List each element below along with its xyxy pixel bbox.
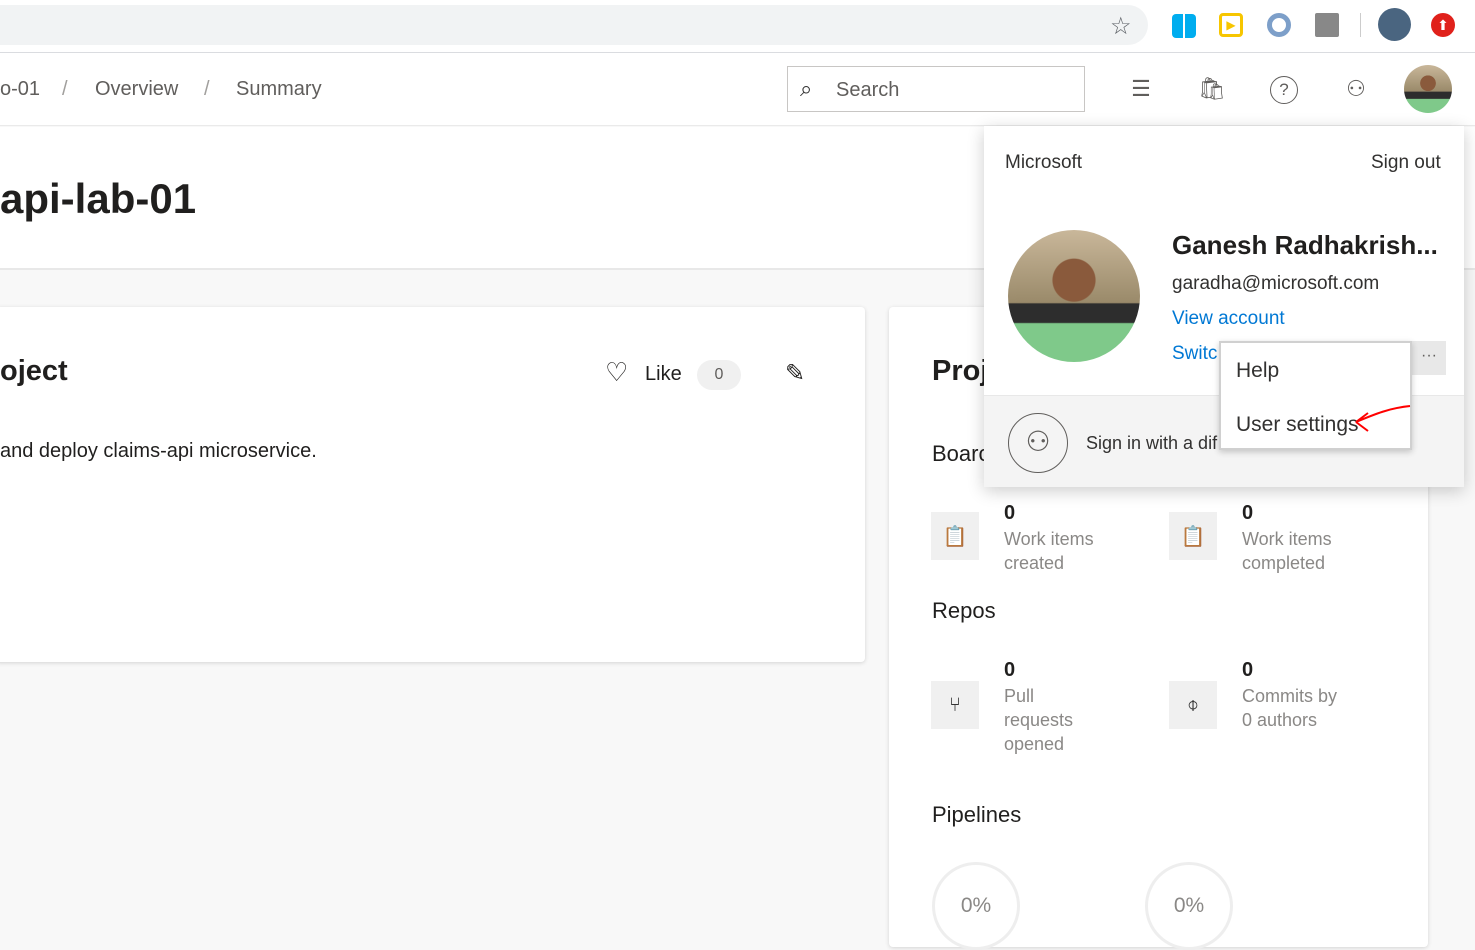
account-avatar bbox=[1008, 230, 1140, 362]
menu-item-help[interactable]: Help bbox=[1236, 359, 1279, 383]
edit-icon[interactable]: ✎ bbox=[785, 359, 805, 388]
stat-label: Commits by 0 authors bbox=[1242, 686, 1338, 730]
search-placeholder: Search bbox=[836, 79, 900, 101]
task-list-icon[interactable]: ☰ bbox=[1127, 76, 1155, 104]
profile-avatar[interactable] bbox=[1378, 8, 1411, 41]
windows-icon[interactable] bbox=[1172, 14, 1196, 38]
add-user-icon: ⚇ bbox=[1008, 413, 1068, 473]
shopping-bag-icon[interactable]: 🛍 bbox=[1198, 76, 1226, 104]
stat-value: 0 bbox=[1004, 502, 1016, 524]
like-button[interactable]: Like bbox=[645, 363, 682, 386]
stat-label: Pull requests opened bbox=[1004, 686, 1074, 754]
work-item-created-icon: 📋 bbox=[931, 512, 979, 560]
user-settings-icon[interactable]: ⚇ bbox=[1342, 76, 1370, 104]
repos-heading: Repos bbox=[932, 598, 996, 623]
search-icon: ⌕ bbox=[800, 76, 813, 101]
pipeline-ring: 0% bbox=[1145, 862, 1233, 950]
address-bar[interactable] bbox=[0, 5, 1148, 45]
about-title: oject bbox=[0, 355, 68, 387]
sign-in-other-label: Sign in with a dif bbox=[1086, 433, 1218, 453]
about-card: oject ♡ Like 0 ✎ and deploy claims-api m… bbox=[0, 307, 865, 662]
view-account-link[interactable]: View account bbox=[1172, 308, 1285, 330]
pipelines-heading: Pipelines bbox=[932, 802, 1022, 827]
work-item-completed-icon: 📋 bbox=[1169, 512, 1217, 560]
org-name: Microsoft bbox=[1005, 152, 1083, 173]
sign-out-link[interactable]: Sign out bbox=[1371, 152, 1441, 174]
pipeline-ring: 0% bbox=[932, 862, 1020, 950]
project-description: and deploy claims-api microservice. bbox=[0, 440, 317, 462]
stat-value: 0 bbox=[1004, 659, 1016, 681]
stat-value: 0 bbox=[1242, 502, 1254, 524]
menu-item-user-settings[interactable]: User settings bbox=[1236, 413, 1359, 437]
account-email: garadha@microsoft.com bbox=[1172, 273, 1380, 294]
cortana-icon[interactable] bbox=[1267, 13, 1291, 37]
search-input[interactable]: ⌕ Search bbox=[787, 66, 1085, 112]
heart-icon[interactable]: ♡ bbox=[605, 357, 628, 388]
pull-request-icon: ⑂ bbox=[931, 681, 979, 729]
breadcrumb-summary[interactable]: Summary bbox=[236, 78, 322, 101]
stat-label: Work items created bbox=[1004, 529, 1094, 573]
like-count: 0 bbox=[697, 360, 741, 390]
office-icon[interactable] bbox=[1315, 13, 1339, 37]
avatar[interactable] bbox=[1404, 65, 1452, 113]
stat-value: 0 bbox=[1242, 659, 1254, 681]
breadcrumb-separator: / bbox=[62, 78, 68, 100]
browser-toolbar: ☆ ▶ ⬆ bbox=[0, 0, 1475, 53]
commit-icon: ⌽ bbox=[1169, 681, 1217, 729]
more-options-button[interactable]: ··· bbox=[1412, 341, 1446, 375]
help-icon[interactable]: ? bbox=[1270, 76, 1298, 104]
page-title: api-lab-01 bbox=[0, 175, 197, 222]
switch-directory-link[interactable]: Switc bbox=[1172, 343, 1217, 365]
star-icon[interactable]: ☆ bbox=[1110, 12, 1132, 41]
stat-label: Work items completed bbox=[1242, 529, 1332, 573]
boards-heading: Boarc bbox=[932, 441, 990, 466]
top-header bbox=[0, 53, 1475, 126]
breadcrumb-project[interactable]: o-01 bbox=[0, 78, 40, 101]
play-icon[interactable]: ▶ bbox=[1219, 13, 1243, 37]
stats-title: Proj bbox=[932, 355, 989, 387]
update-icon[interactable]: ⬆ bbox=[1431, 13, 1455, 37]
account-name: Ganesh Radhakrish... bbox=[1172, 230, 1438, 260]
breadcrumb-overview[interactable]: Overview bbox=[95, 78, 178, 101]
breadcrumb-separator: / bbox=[204, 78, 210, 100]
annotation-arrow bbox=[1355, 405, 1411, 432]
